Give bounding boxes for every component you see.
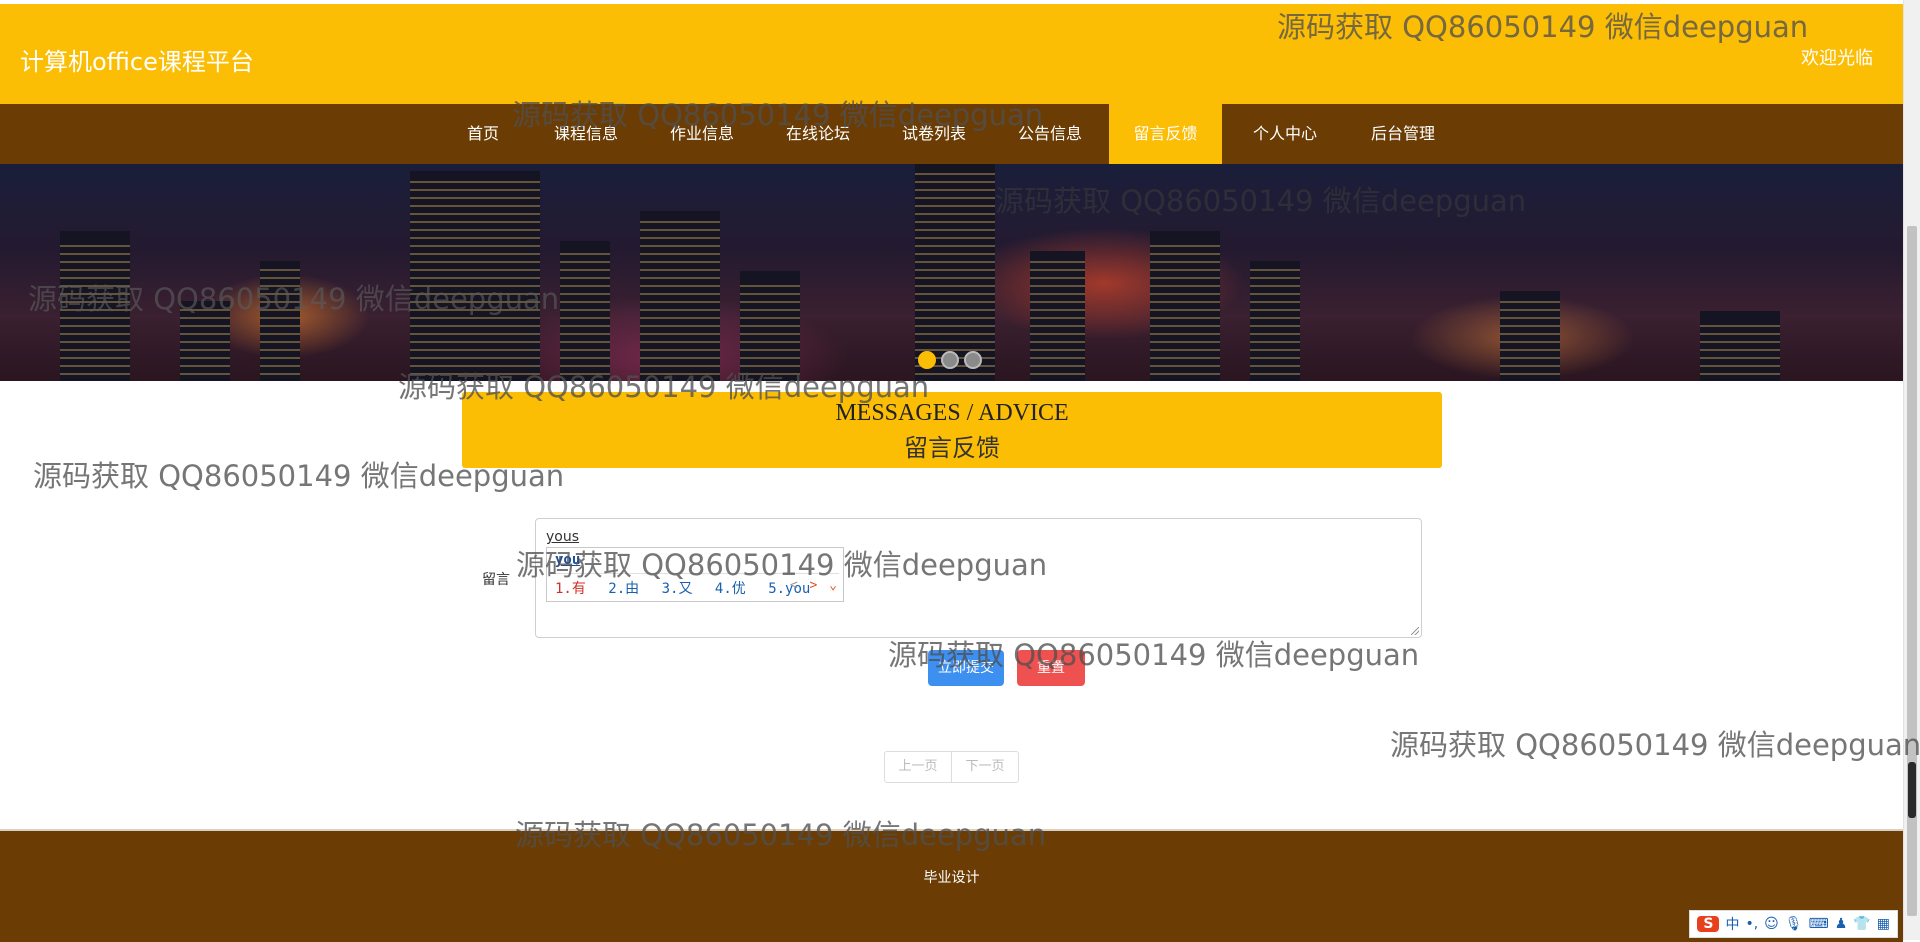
- sogou-logo-icon[interactable]: S: [1697, 916, 1720, 932]
- tools-icon[interactable]: 👕: [1853, 916, 1870, 932]
- footer-text: 毕业设计: [923, 870, 980, 886]
- ime-candidate-4[interactable]: 4.优: [715, 581, 746, 597]
- nav-notices[interactable]: 公告信息: [1010, 104, 1090, 164]
- grid-icon[interactable]: ▦: [1877, 916, 1890, 932]
- nav-feedback[interactable]: 留言反馈: [1109, 104, 1222, 164]
- carousel-dot-3[interactable]: [964, 351, 982, 369]
- ime-language-toggle[interactable]: 中: [1725, 914, 1739, 934]
- pagination: 上一页 下一页: [884, 751, 1019, 783]
- watermark: 源码获取 QQ86050149 微信deepguan: [1390, 728, 1920, 762]
- ime-status-toolbar: S 中 •, ☺ 🎙 ⌨ ♟ 👕 ▦: [1689, 910, 1898, 938]
- ime-next-icon[interactable]: >: [810, 578, 818, 593]
- main-nav: 首页 课程信息 作业信息 在线论坛 试卷列表 公告信息 留言反馈 个人中心 后台…: [0, 104, 1903, 164]
- reset-button[interactable]: 重置: [1017, 650, 1085, 686]
- ime-candidate-1[interactable]: 1.有: [555, 581, 586, 597]
- header-bar: 计算机office课程平台 欢迎光临: [0, 4, 1903, 104]
- submit-button[interactable]: 立即提交: [928, 650, 1004, 686]
- message-text: yous: [546, 529, 580, 545]
- emoji-icon[interactable]: ☺: [1764, 916, 1779, 932]
- nav-courses[interactable]: 课程信息: [546, 104, 626, 164]
- nav-exams[interactable]: 试卷列表: [894, 104, 974, 164]
- nav-forum[interactable]: 在线论坛: [778, 104, 858, 164]
- ime-candidate-popup: you 1.有 2.由 3.又 4.优 5.you < > ⌄: [546, 547, 844, 602]
- section-title-en: MESSAGES / ADVICE: [835, 400, 1069, 426]
- nav-admin[interactable]: 后台管理: [1363, 104, 1443, 164]
- ime-punctuation-toggle[interactable]: •,: [1745, 916, 1758, 932]
- keyboard-icon[interactable]: ⌨: [1809, 916, 1829, 932]
- footer: 毕业设计: [0, 829, 1903, 942]
- ime-prev-icon[interactable]: <: [790, 578, 798, 593]
- next-page-button[interactable]: 下一页: [951, 752, 1018, 782]
- city-banner-image: [0, 164, 1903, 381]
- section-heading: MESSAGES / ADVICE 留言反馈: [462, 392, 1442, 468]
- prev-page-button[interactable]: 上一页: [885, 752, 951, 782]
- site-title: 计算机office课程平台: [20, 48, 254, 76]
- carousel-dot-1[interactable]: [918, 351, 936, 369]
- nav-profile[interactable]: 个人中心: [1245, 104, 1325, 164]
- section-title-cn: 留言反馈: [904, 434, 1000, 462]
- message-label: 留言: [482, 572, 510, 588]
- nav-homework[interactable]: 作业信息: [662, 104, 742, 164]
- ime-candidate-2[interactable]: 2.由: [608, 581, 639, 597]
- page-scrollbar[interactable]: [1903, 0, 1920, 940]
- nav-home[interactable]: 首页: [458, 104, 508, 164]
- scrollbar-handle[interactable]: [1908, 762, 1916, 818]
- welcome-text: 欢迎光临: [1801, 48, 1873, 69]
- ime-expand-icon[interactable]: ⌄: [829, 578, 837, 593]
- mic-icon[interactable]: 🎙: [1785, 916, 1803, 932]
- ime-candidate-3[interactable]: 3.又: [662, 581, 693, 597]
- skin-icon[interactable]: ♟: [1835, 916, 1848, 932]
- ime-composition: you: [555, 552, 581, 568]
- carousel-dot-2[interactable]: [941, 351, 959, 369]
- resize-grip-icon[interactable]: [1411, 627, 1419, 635]
